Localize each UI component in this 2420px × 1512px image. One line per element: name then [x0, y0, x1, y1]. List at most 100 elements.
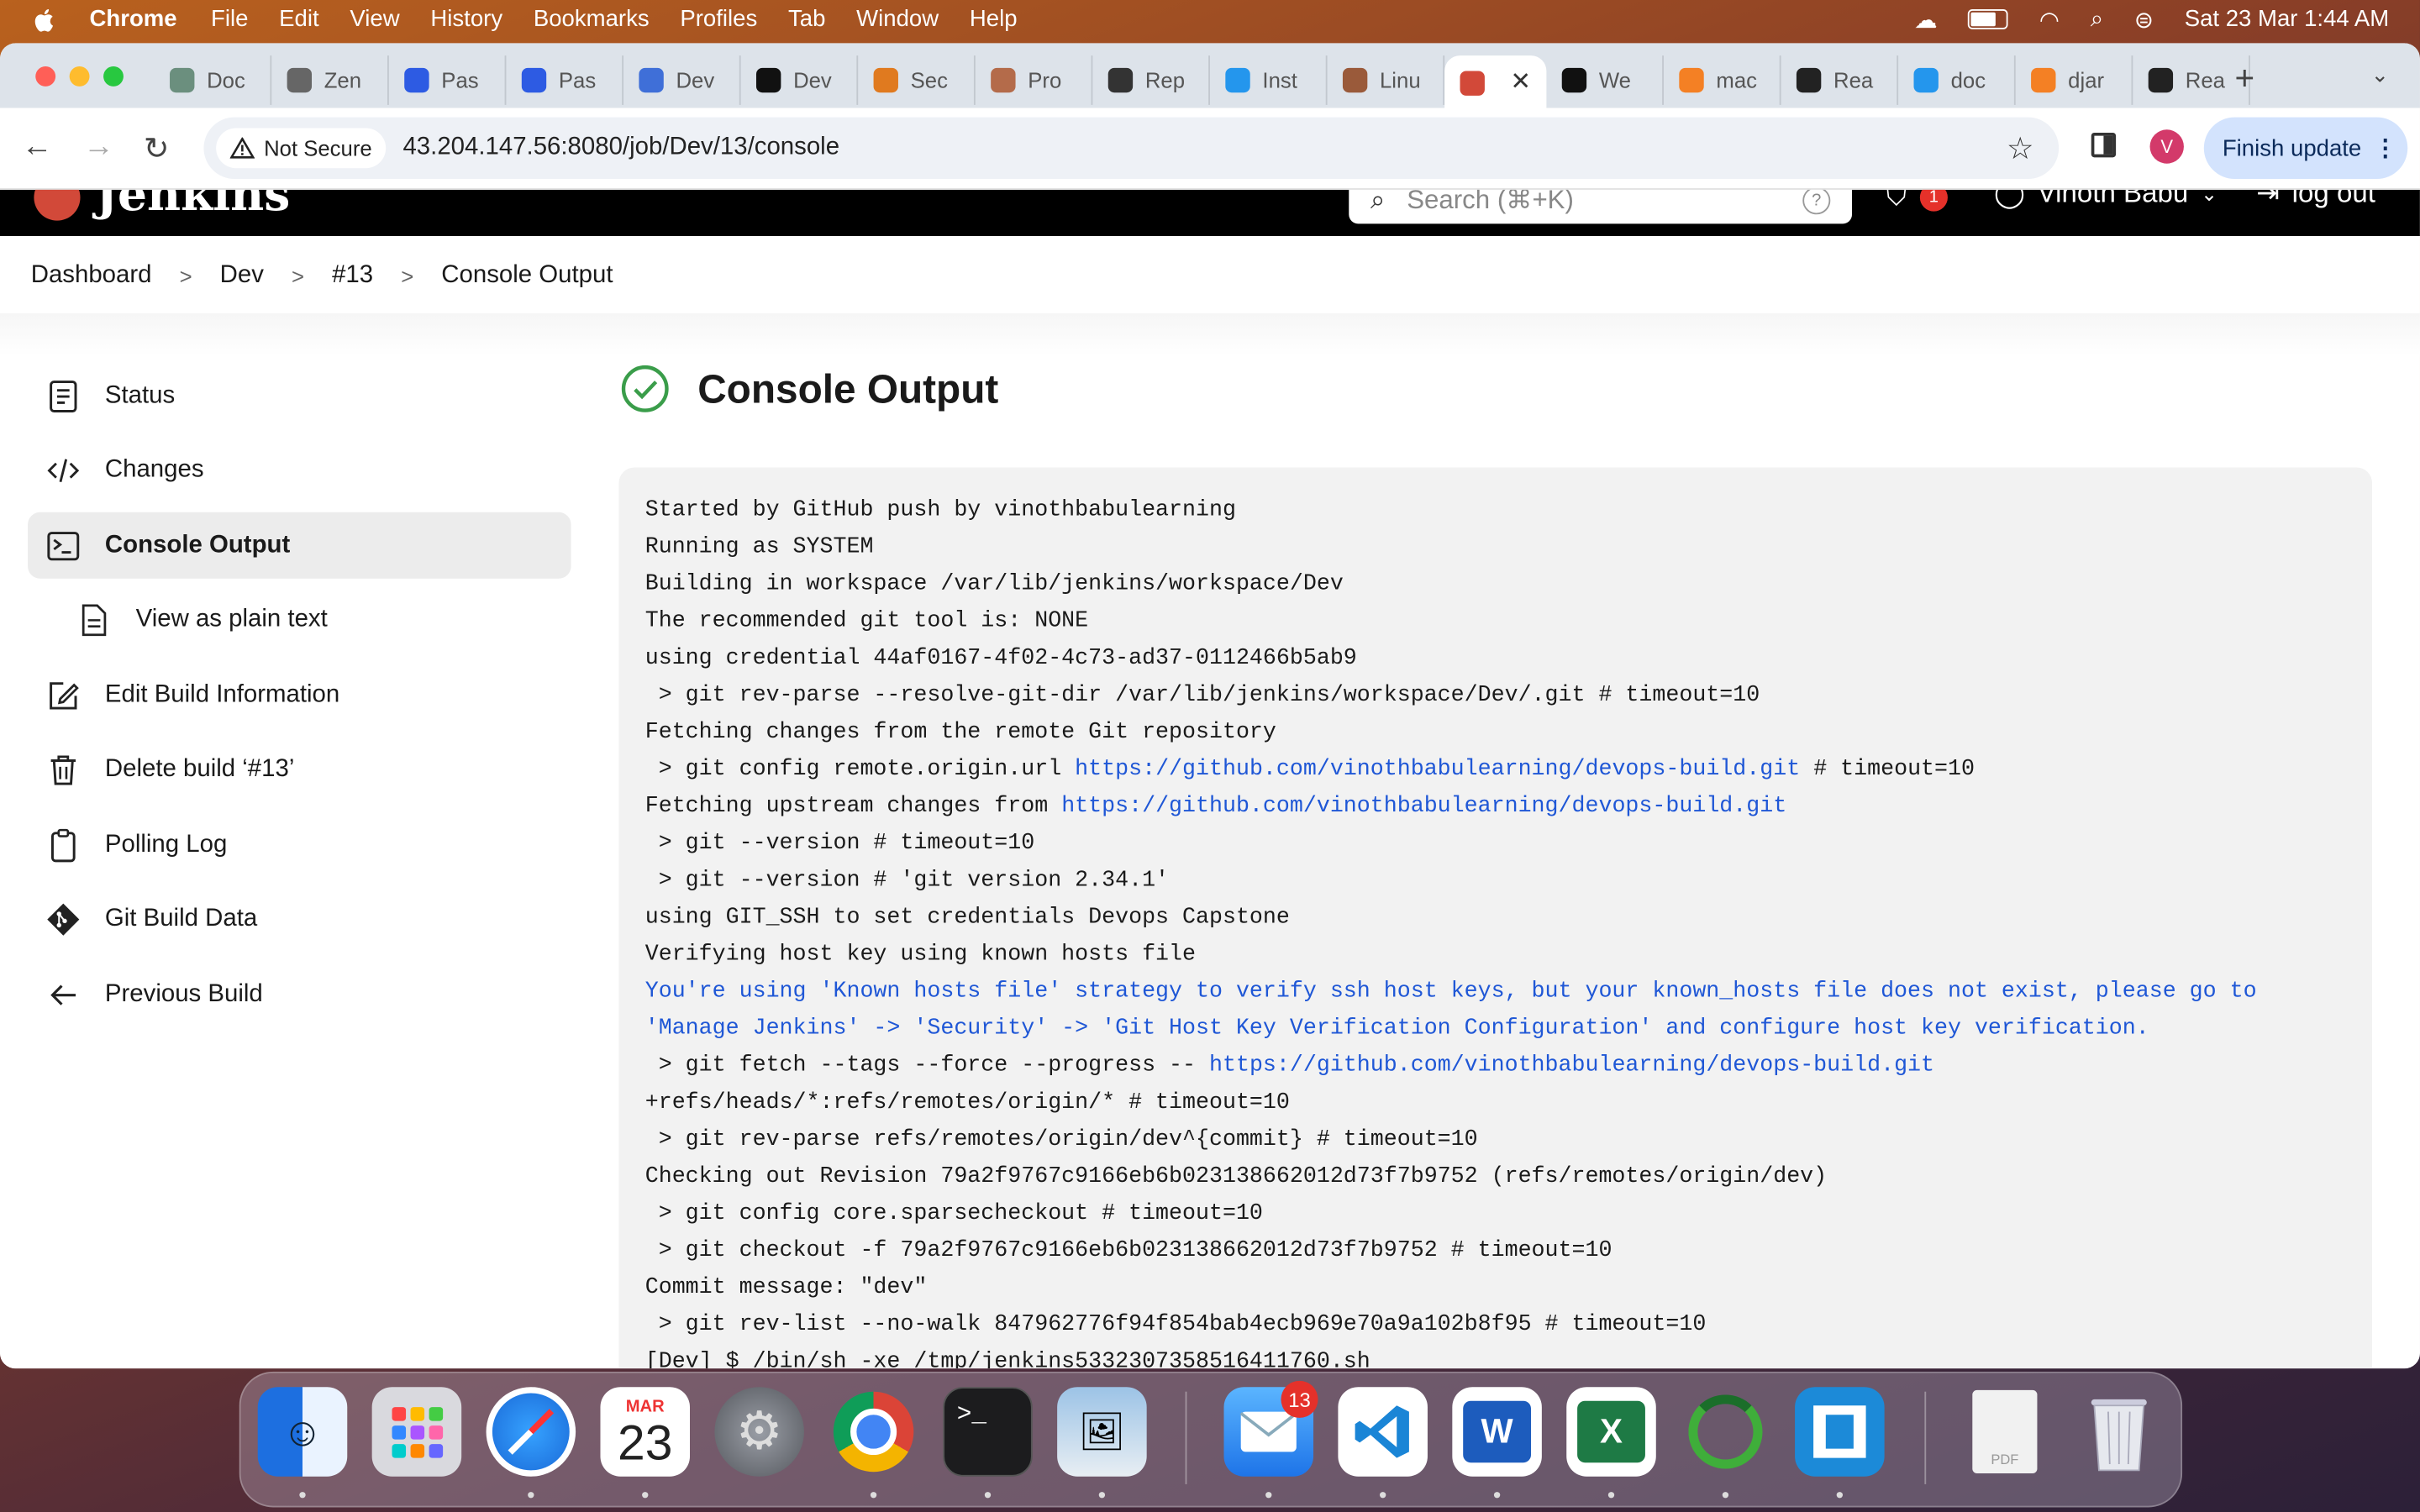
breadcrumb-console-output[interactable]: Console Output — [441, 262, 613, 290]
finish-update-label: Finish update — [2222, 134, 2362, 161]
breadcrumb-dashboard[interactable]: Dashboard — [31, 262, 152, 290]
preview-icon[interactable]: 🖼 — [1057, 1387, 1147, 1477]
close-tab-icon[interactable]: ✕ — [1510, 66, 1531, 97]
cloud-status-icon[interactable]: ☁ — [1914, 5, 1938, 33]
finish-update-button[interactable]: Finish update ⋮ — [2203, 117, 2408, 180]
clock[interactable]: Sat 23 Mar 1:44 AM — [2185, 6, 2390, 32]
sidebar-item-status[interactable]: Status — [28, 363, 571, 429]
browser-tab[interactable]: Dev — [623, 55, 741, 105]
address-bar[interactable]: Not Secure 43.204.147.56:8080/job/Dev/13… — [203, 117, 2060, 180]
browser-tab[interactable]: Inst — [1210, 55, 1328, 105]
excel-icon[interactable]: X — [1566, 1387, 1656, 1477]
forward-arrow-icon[interactable]: → — [83, 129, 114, 165]
mail-icon[interactable]: 13 — [1223, 1380, 1318, 1477]
sidebar-item-polling-log[interactable]: Polling Log — [28, 811, 571, 878]
menu-bookmarks[interactable]: Bookmarks — [534, 6, 650, 32]
browser-tab[interactable]: Rea — [1781, 55, 1899, 105]
user-menu[interactable]: ◯ Vinoth Babu ⌄ — [1994, 190, 2217, 210]
arrow-left-icon — [46, 978, 80, 1011]
menu-edit[interactable]: Edit — [279, 6, 318, 32]
pdf-icon[interactable]: PDF — [1960, 1387, 2050, 1477]
menu-tab[interactable]: Tab — [788, 6, 825, 32]
back-arrow-icon[interactable]: ← — [22, 129, 53, 165]
help-icon[interactable]: ? — [1802, 189, 1831, 215]
sidebar-item-edit-build-information[interactable]: Edit Build Information — [28, 662, 571, 728]
console-text: > git --version # 'git version 2.34.1' — [644, 869, 1170, 894]
repo-link[interactable]: https://github.com/vinothbabulearning/de… — [1209, 1053, 1934, 1078]
menu-file[interactable]: File — [211, 6, 248, 32]
browser-tab[interactable]: Dev — [741, 55, 859, 105]
chevron-right-icon: > — [401, 264, 414, 289]
browser-tab[interactable]: Pro — [976, 55, 1093, 105]
reload-icon[interactable]: ↻ — [144, 129, 170, 168]
browser-tab[interactable]: Pas — [389, 55, 507, 105]
sidebar-item-view-as-plain-text[interactable]: View as plain text — [28, 587, 571, 654]
browser-tab[interactable]: djar — [2016, 55, 2133, 105]
console-text: [Dev] $ /bin/sh -xe /tmp/jenkins53323073… — [644, 1350, 1370, 1369]
browser-tab[interactable]: We — [1546, 55, 1664, 105]
repo-link[interactable]: https://github.com/vinothbabulearning/de… — [1075, 758, 1800, 782]
logout-link[interactable]: ⇥ log out — [2256, 190, 2375, 210]
menu-profiles[interactable]: Profiles — [680, 6, 757, 32]
browser-tab[interactable]: Zen — [271, 55, 389, 105]
close-window-button[interactable] — [35, 66, 56, 87]
system-settings-icon[interactable]: ⚙ — [714, 1387, 804, 1477]
browser-tab-active[interactable]: ✕ — [1444, 55, 1547, 112]
side-panel-icon[interactable] — [2091, 132, 2117, 158]
browser-tab[interactable]: Pas — [506, 55, 624, 105]
calendar-icon[interactable]: MAR 23 — [600, 1387, 691, 1477]
trash-icon[interactable] — [2075, 1387, 2165, 1477]
profile-avatar[interactable]: V — [2149, 129, 2184, 164]
sidebar-item-delete-build[interactable]: Delete build ‘#13’ — [28, 737, 571, 803]
menu-help[interactable]: Help — [970, 6, 1018, 32]
finder-icon[interactable]: ☺ — [257, 1387, 348, 1477]
terminal-app-icon[interactable]: >_ — [943, 1387, 1033, 1477]
browser-tab[interactable]: Rep — [1092, 55, 1210, 105]
bookmark-star-icon[interactable]: ☆ — [2007, 129, 2034, 168]
git-icon — [46, 902, 80, 936]
launchpad-icon[interactable] — [371, 1387, 462, 1477]
breadcrumb-dev[interactable]: Dev — [220, 262, 264, 290]
tab-search-chevron-icon[interactable]: ⌄ — [2371, 61, 2390, 87]
zoom-window-button[interactable] — [103, 66, 124, 87]
console-line: Running as SYSTEM — [645, 529, 2346, 566]
apple-icon[interactable] — [31, 5, 59, 33]
control-center-icon[interactable]: ⊜ — [2134, 5, 2154, 33]
circle-app-icon[interactable] — [1681, 1387, 1770, 1477]
battery-icon[interactable] — [1968, 9, 2009, 29]
sidebar-item-changes[interactable]: Changes — [28, 438, 571, 504]
spotlight-search-icon[interactable]: ⌕ — [2091, 6, 2103, 32]
menu-app-chrome[interactable]: Chrome — [90, 6, 177, 32]
console-line: using GIT_SSH to set credentials Devops … — [645, 900, 2346, 937]
new-tab-button[interactable]: + — [2235, 59, 2255, 99]
url-text[interactable]: 43.204.147.56:8080/job/Dev/13/console — [402, 134, 839, 162]
minimize-window-button[interactable] — [69, 66, 90, 87]
not-secure-chip[interactable]: Not Secure — [216, 128, 387, 169]
repo-link[interactable]: https://github.com/vinothbabulearning/de… — [1061, 795, 1786, 819]
menu-view[interactable]: View — [350, 6, 399, 32]
jenkins-logo[interactable]: Jenkins — [34, 189, 290, 222]
menu-window[interactable]: Window — [856, 6, 939, 32]
browser-tab[interactable]: mac — [1664, 55, 1781, 105]
jenkins-search-box[interactable]: ⌕ Search (⌘+K) ? — [1349, 189, 1853, 224]
breadcrumb-build-13[interactable]: #13 — [332, 262, 373, 290]
more-vert-icon[interactable]: ⋮ — [2374, 134, 2397, 162]
chrome-icon[interactable] — [829, 1387, 918, 1477]
wifi-icon[interactable]: ◠ — [2039, 5, 2060, 33]
menu-history[interactable]: History — [430, 6, 502, 32]
browser-tab[interactable]: Doc — [155, 55, 272, 105]
console-text: > git rev-list --no-walk 847962776f94f85… — [644, 1313, 1707, 1338]
word-icon[interactable]: W — [1452, 1387, 1542, 1477]
console-output[interactable]: Started by GitHub push by vinothbabulear… — [618, 467, 2373, 1369]
sidebar-item-previous-build[interactable]: Previous Build — [28, 961, 571, 1027]
security-monitor-button[interactable]: ⛉ 1 — [1886, 189, 1948, 213]
browser-tab[interactable]: Sec — [858, 55, 976, 105]
browser-tab[interactable]: Rea — [2133, 55, 2250, 105]
sidebar-item-console-output[interactable]: Console Output — [28, 512, 571, 579]
sidebar-item-git-build-data[interactable]: Git Build Data — [28, 886, 571, 953]
safari-icon[interactable] — [486, 1387, 576, 1477]
bracket-app-icon[interactable] — [1795, 1387, 1885, 1477]
browser-tab[interactable]: doc — [1898, 55, 2016, 105]
browser-tab[interactable]: Linu — [1328, 55, 1445, 105]
vscode-icon[interactable] — [1338, 1387, 1428, 1477]
